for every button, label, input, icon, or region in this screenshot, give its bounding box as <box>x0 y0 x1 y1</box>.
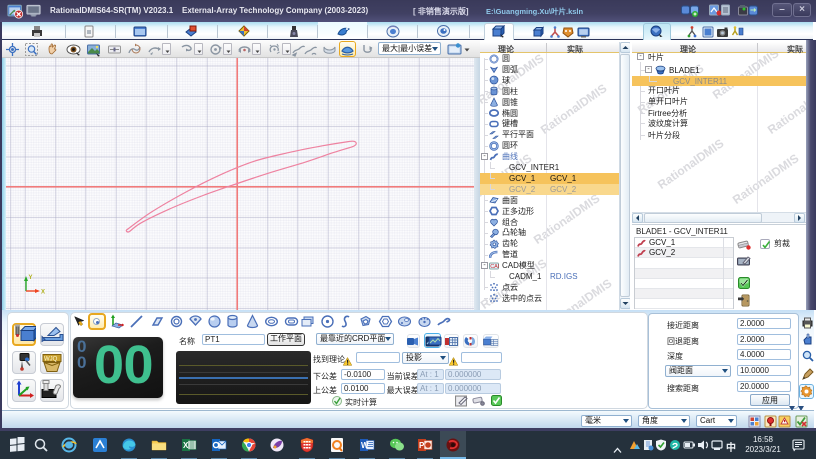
svg-text:X: X <box>41 290 45 296</box>
svg-text:X: X <box>183 441 189 450</box>
svg-text:P: P <box>419 441 425 450</box>
svg-text:W: W <box>361 441 369 450</box>
svg-text:WJQ: WJQ <box>44 357 58 363</box>
svg-text:Y: Y <box>29 275 33 281</box>
svg-text:CAD: CAD <box>490 264 499 270</box>
